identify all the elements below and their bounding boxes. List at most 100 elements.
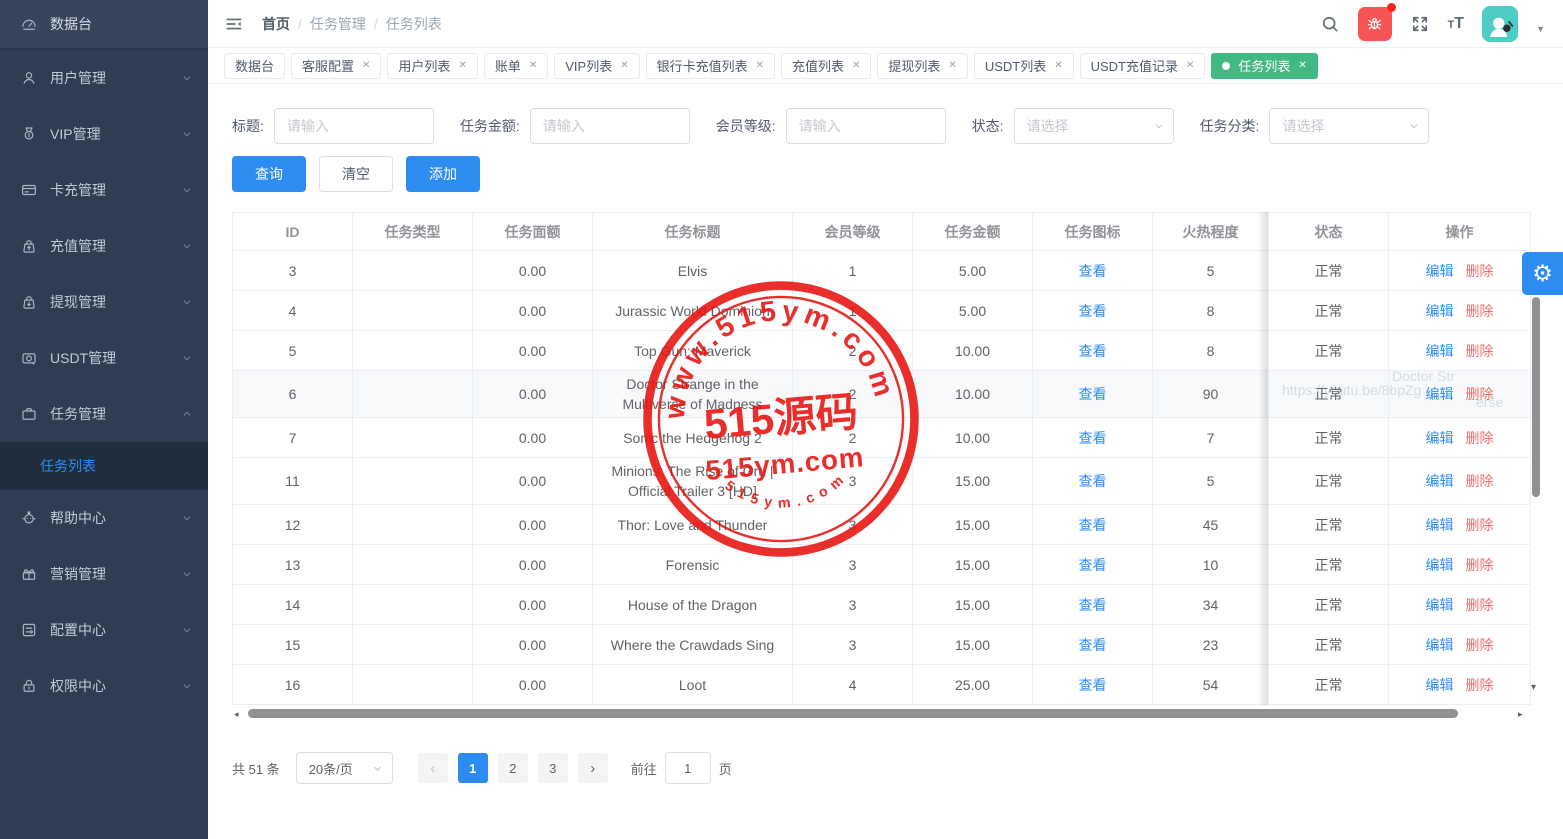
edit-button[interactable]: 编辑 bbox=[1426, 263, 1454, 279]
close-icon[interactable]: ✕ bbox=[852, 61, 860, 71]
cell-value: Doctor Strange in the Multiverse of Madn… bbox=[622, 376, 762, 412]
sidebar-item-withdraw[interactable]: 提现管理 bbox=[0, 274, 208, 330]
view-link[interactable]: 查看 bbox=[1079, 597, 1107, 613]
view-link[interactable]: 查看 bbox=[1079, 557, 1107, 573]
next-page-button[interactable]: › bbox=[578, 753, 608, 783]
close-icon[interactable]: ✕ bbox=[1186, 61, 1194, 71]
table-settings-gear-button[interactable]: ⚙ bbox=[1522, 252, 1563, 295]
edit-button[interactable]: 编辑 bbox=[1426, 430, 1454, 446]
sidebar-item-tasks[interactable]: 任务管理 bbox=[0, 386, 208, 442]
filter-task-category-select-input[interactable] bbox=[1269, 108, 1429, 144]
filter-task-amount-input[interactable] bbox=[530, 108, 690, 144]
delete-button[interactable]: 删除 bbox=[1466, 430, 1494, 446]
tab-usdt-recharge-records[interactable]: USDT充值记录✕ bbox=[1080, 53, 1206, 79]
bug-report-button[interactable] bbox=[1358, 7, 1392, 41]
sidebar-item-config[interactable]: 配置中心 bbox=[0, 602, 208, 658]
scroll-down-arrow-icon[interactable]: ▾ bbox=[1531, 682, 1536, 693]
edit-button[interactable]: 编辑 bbox=[1426, 473, 1454, 489]
sidebar-item-marketing[interactable]: 营销管理 bbox=[0, 546, 208, 602]
close-icon[interactable]: ✕ bbox=[458, 61, 466, 71]
sidebar-item-help[interactable]: 帮助中心 bbox=[0, 490, 208, 546]
close-icon[interactable]: ✕ bbox=[948, 61, 956, 71]
sidebar-item-usdt[interactable]: USDT管理 bbox=[0, 330, 208, 386]
filter-title-input[interactable] bbox=[274, 108, 434, 144]
page-button-3[interactable]: 3 bbox=[538, 753, 568, 783]
close-icon[interactable]: ✕ bbox=[362, 61, 370, 71]
view-link[interactable]: 查看 bbox=[1079, 473, 1107, 489]
edit-button[interactable]: 编辑 bbox=[1426, 303, 1454, 319]
tab-service-config[interactable]: 客服配置✕ bbox=[291, 53, 381, 79]
tab-usdt-list[interactable]: USDT列表✕ bbox=[974, 53, 1074, 79]
prev-page-button[interactable]: ‹ bbox=[418, 753, 448, 783]
view-link[interactable]: 查看 bbox=[1079, 343, 1107, 359]
edit-button[interactable]: 编辑 bbox=[1426, 343, 1454, 359]
delete-button[interactable]: 删除 bbox=[1466, 343, 1494, 359]
close-icon[interactable]: ✕ bbox=[756, 61, 764, 71]
goto-page-input[interactable] bbox=[665, 752, 711, 784]
edit-button[interactable]: 编辑 bbox=[1426, 517, 1454, 533]
add-button[interactable]: 添加 bbox=[406, 156, 480, 192]
collapse-menu-icon[interactable] bbox=[224, 14, 244, 34]
delete-button[interactable]: 删除 bbox=[1466, 263, 1494, 279]
delete-button[interactable]: 删除 bbox=[1466, 557, 1494, 573]
close-icon[interactable]: ✕ bbox=[1298, 61, 1306, 71]
scroll-right-arrow-icon[interactable]: ▸ bbox=[1518, 708, 1523, 721]
chevron-down-icon[interactable]: ▼ bbox=[1536, 24, 1545, 34]
edit-button[interactable]: 编辑 bbox=[1426, 557, 1454, 573]
clear-button[interactable]: 清空 bbox=[319, 156, 393, 192]
avatar[interactable] bbox=[1482, 6, 1518, 42]
fullscreen-icon[interactable] bbox=[1410, 14, 1430, 34]
delete-button[interactable]: 删除 bbox=[1466, 637, 1494, 653]
tab-bank-card-recharge-list[interactable]: 银行卡充值列表✕ bbox=[646, 53, 775, 79]
delete-button[interactable]: 删除 bbox=[1466, 597, 1494, 613]
edit-button[interactable]: 编辑 bbox=[1426, 637, 1454, 653]
delete-button[interactable]: 删除 bbox=[1466, 386, 1494, 402]
view-link[interactable]: 查看 bbox=[1079, 517, 1107, 533]
sidebar-item-dashboard[interactable]: 数据台 bbox=[0, 0, 208, 50]
tab-recharge-list[interactable]: 充值列表✕ bbox=[781, 53, 871, 79]
filter-status-select-input[interactable] bbox=[1014, 108, 1174, 144]
delete-button[interactable]: 删除 bbox=[1466, 473, 1494, 489]
page-size-select[interactable]: 20条/页 bbox=[296, 752, 393, 784]
tab-withdraw-list[interactable]: 提现列表✕ bbox=[877, 53, 967, 79]
page-button-2[interactable]: 2 bbox=[498, 753, 528, 783]
vertical-scrollbar-thumb[interactable] bbox=[1532, 297, 1540, 497]
query-button[interactable]: 查询 bbox=[232, 156, 306, 192]
breadcrumb-item[interactable]: 任务管理 bbox=[310, 14, 366, 34]
close-icon[interactable]: ✕ bbox=[1054, 61, 1062, 71]
filter-status-select[interactable] bbox=[1014, 108, 1174, 144]
tab-bills[interactable]: 账单✕ bbox=[484, 53, 548, 79]
delete-button[interactable]: 删除 bbox=[1466, 517, 1494, 533]
sidebar-item-vip[interactable]: VIP管理 bbox=[0, 106, 208, 162]
sidebar-item-card-recharge[interactable]: 卡充管理 bbox=[0, 162, 208, 218]
filter-member-level-input[interactable] bbox=[786, 108, 946, 144]
sidebar-item-recharge[interactable]: 充值管理 bbox=[0, 218, 208, 274]
view-link[interactable]: 查看 bbox=[1079, 303, 1107, 319]
breadcrumb-item[interactable]: 首页 bbox=[262, 14, 290, 34]
tab-user-list[interactable]: 用户列表✕ bbox=[387, 53, 477, 79]
view-link[interactable]: 查看 bbox=[1079, 386, 1107, 402]
scroll-left-arrow-icon[interactable]: ◂ bbox=[234, 708, 239, 721]
delete-button[interactable]: 删除 bbox=[1466, 677, 1494, 693]
tab-dashboard[interactable]: 数据台 bbox=[224, 53, 285, 79]
view-link[interactable]: 查看 bbox=[1079, 677, 1107, 693]
view-link[interactable]: 查看 bbox=[1079, 637, 1107, 653]
edit-button[interactable]: 编辑 bbox=[1426, 597, 1454, 613]
sidebar-item-permission[interactable]: 权限中心 bbox=[0, 658, 208, 714]
sidebar-item-users[interactable]: 用户管理 bbox=[0, 50, 208, 106]
tab-vip-list[interactable]: VIP列表✕ bbox=[554, 53, 639, 79]
view-link[interactable]: 查看 bbox=[1079, 263, 1107, 279]
sidebar-subitem-task-list[interactable]: 任务列表 bbox=[0, 442, 208, 490]
edit-button[interactable]: 编辑 bbox=[1426, 386, 1454, 402]
view-link[interactable]: 查看 bbox=[1079, 430, 1107, 446]
horizontal-scrollbar-thumb[interactable] bbox=[248, 709, 1458, 718]
font-size-icon[interactable]: TT bbox=[1448, 16, 1465, 32]
close-icon[interactable]: ✕ bbox=[620, 61, 628, 71]
edit-button[interactable]: 编辑 bbox=[1426, 677, 1454, 693]
search-icon[interactable] bbox=[1320, 14, 1340, 34]
tab-task-list[interactable]: 任务列表✕ bbox=[1211, 53, 1317, 79]
filter-task-category-select[interactable] bbox=[1269, 108, 1429, 144]
page-button-1[interactable]: 1 bbox=[458, 753, 488, 783]
close-icon[interactable]: ✕ bbox=[529, 61, 537, 71]
delete-button[interactable]: 删除 bbox=[1466, 303, 1494, 319]
